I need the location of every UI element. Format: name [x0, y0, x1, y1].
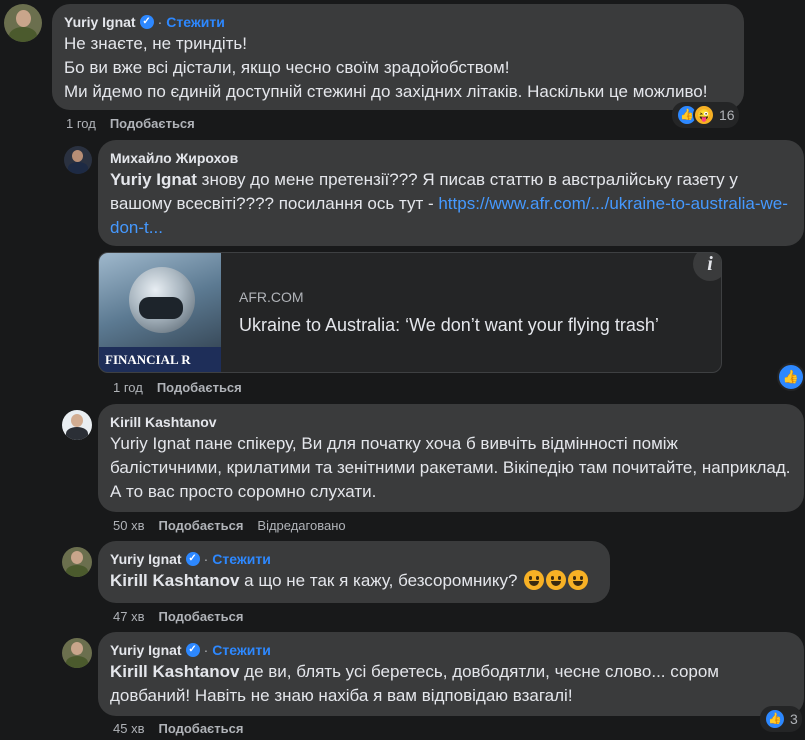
comment-meta: 50 хв Подобається Відредаговано: [113, 518, 346, 533]
mention-link[interactable]: Yuriy Ignat: [110, 434, 190, 453]
mention-link[interactable]: Kirill Kashtanov: [110, 662, 239, 681]
comment-text: Не знаєте, не триндіть! Бо ви вже всі ді…: [64, 32, 732, 104]
timestamp[interactable]: 1 год: [113, 380, 143, 395]
comment-meta: 1 год Подобається: [113, 380, 242, 395]
author-name[interactable]: Михайло Жирохов: [110, 150, 792, 166]
timestamp[interactable]: 47 хв: [113, 609, 144, 624]
comment-bubble: Yuriy Ignat ✓ · Стежити Kirill Kashtanov…: [98, 632, 804, 716]
link-preview-image: FINANCIAL R: [99, 253, 221, 372]
author-name[interactable]: Kirill Kashtanov: [110, 414, 792, 430]
comment-bubble: Kirill Kashtanov Yuriy Ignat пане спікер…: [98, 404, 804, 512]
comment-text: Kirill Kashtanov а що не так я кажу, без…: [110, 569, 598, 593]
avatar[interactable]: [62, 638, 92, 668]
comment-line: Ми йдемо по єдиній доступній стежині до …: [64, 82, 708, 101]
author-name[interactable]: Yuriy Ignat: [110, 642, 182, 658]
author-name[interactable]: Yuriy Ignat: [64, 14, 136, 30]
comment-text-part: а що не так я кажу, безсоромнику?: [239, 571, 523, 590]
timestamp[interactable]: 45 хв: [113, 721, 144, 736]
reaction-count: 16: [719, 107, 735, 123]
avatar[interactable]: [62, 547, 92, 577]
comment-text: Yuriy Ignat знову до мене претензії??? Я…: [110, 168, 792, 240]
like-reaction-icon[interactable]: 👍: [777, 363, 805, 391]
timestamp[interactable]: 1 год: [66, 116, 96, 131]
verified-badge-icon: ✓: [185, 643, 200, 657]
separator-dot: ·: [203, 642, 209, 658]
visor-graphic: [139, 297, 183, 319]
comment-bubble: Yuriy Ignat ✓ · Стежити Kirill Kashtanov…: [98, 541, 610, 603]
comment-line: Бо ви вже всі дістали, якщо чесно своїм …: [64, 58, 510, 77]
verified-badge-icon: ✓: [185, 552, 200, 566]
link-domain: AFR.COM: [239, 289, 304, 305]
comment-text: Kirill Kashtanov де ви, блять усі берете…: [110, 660, 792, 708]
comment-meta: 47 хв Подобається: [113, 609, 243, 624]
reaction-summary[interactable]: 👍 3: [760, 706, 802, 732]
separator-dot: ·: [157, 14, 163, 30]
reaction-count: 3: [790, 711, 798, 727]
comment-text-part: пане спікеру, Ви для початку хоча б вивч…: [110, 434, 791, 501]
comment-bubble: Yuriy Ignat ✓ · Стежити Не знаєте, не тр…: [52, 4, 744, 110]
avatar[interactable]: [64, 146, 92, 174]
haha-reaction-icon: 😜: [693, 104, 715, 126]
reaction-summary[interactable]: 👍 😜 16: [672, 102, 739, 128]
comment-meta: 45 хв Подобається: [113, 721, 243, 736]
comment-text: Yuriy Ignat пане спікеру, Ви для початку…: [110, 432, 792, 504]
comment-line: Не знаєте, не триндіть!: [64, 34, 248, 53]
like-button[interactable]: Подобається: [158, 721, 243, 736]
link-title[interactable]: Ukraine to Australia: ‘We don’t want you…: [239, 315, 659, 336]
mention-link[interactable]: Kirill Kashtanov: [110, 571, 239, 590]
comment-header: Yuriy Ignat ✓ · Стежити: [110, 551, 598, 567]
follow-button[interactable]: Стежити: [212, 642, 271, 658]
like-button[interactable]: Подобається: [110, 116, 195, 131]
comment-meta: 1 год Подобається: [66, 116, 195, 131]
avatar[interactable]: [4, 4, 42, 42]
verified-badge-icon: ✓: [139, 15, 154, 29]
link-preview-card[interactable]: FINANCIAL R AFR.COM Ukraine to Australia…: [98, 252, 722, 373]
separator-dot: ·: [203, 551, 209, 567]
like-button[interactable]: Подобається: [158, 518, 243, 533]
grinning-emoji-icon: [546, 570, 567, 590]
edited-label[interactable]: Відредаговано: [257, 518, 345, 533]
grinning-emoji-icon: [524, 570, 545, 590]
like-button[interactable]: Подобається: [158, 609, 243, 624]
comment-bubble: Михайло Жирохов Yuriy Ignat знову до мен…: [98, 140, 804, 246]
follow-button[interactable]: Стежити: [212, 551, 271, 567]
mention-link[interactable]: Yuriy Ignat: [110, 170, 197, 189]
thumb-banner: FINANCIAL R: [99, 347, 221, 372]
avatar[interactable]: [62, 410, 92, 440]
like-reaction-icon: 👍: [764, 708, 786, 730]
like-button[interactable]: Подобається: [157, 380, 242, 395]
grinning-emoji-icon: [568, 570, 589, 590]
comment-header: Yuriy Ignat ✓ · Стежити: [110, 642, 792, 658]
timestamp[interactable]: 50 хв: [113, 518, 144, 533]
author-name[interactable]: Yuriy Ignat: [110, 551, 182, 567]
follow-button[interactable]: Стежити: [166, 14, 225, 30]
info-icon[interactable]: i: [693, 253, 721, 281]
comment-header: Yuriy Ignat ✓ · Стежити: [64, 14, 732, 30]
